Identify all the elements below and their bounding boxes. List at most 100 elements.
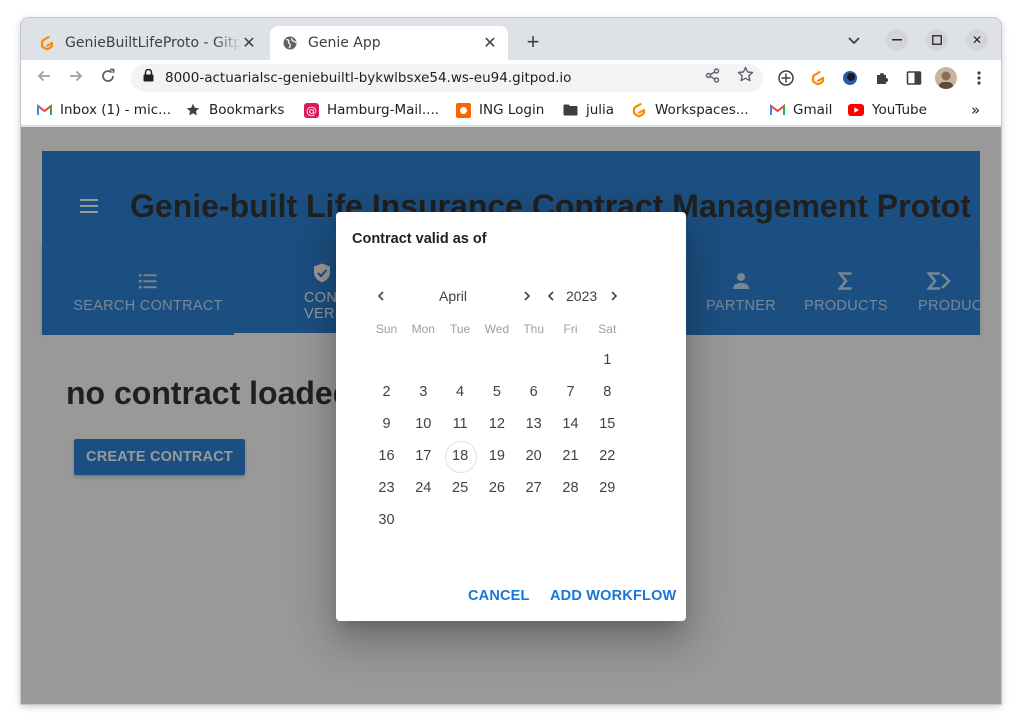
extension-icon[interactable] bbox=[841, 69, 859, 87]
tab-title: GenieBuiltLifeProto - Gitp bbox=[65, 35, 241, 51]
calendar-day[interactable]: 6 bbox=[515, 377, 552, 407]
bookmark-ing[interactable]: ING Login bbox=[455, 102, 544, 118]
add-workflow-button[interactable]: ADD WORKFLOW bbox=[550, 588, 676, 604]
calendar-day[interactable]: 14 bbox=[552, 409, 589, 439]
close-window-button[interactable]: ✕ bbox=[966, 29, 988, 51]
tab-title: Genie App bbox=[308, 35, 381, 51]
weekday-label: Sat bbox=[598, 322, 617, 336]
cancel-button[interactable]: CANCEL bbox=[468, 588, 530, 604]
bookmark-workspaces[interactable]: Workspaces... bbox=[631, 102, 749, 118]
browser-tab-genie-app[interactable]: Genie App ✕ bbox=[270, 26, 508, 60]
page-viewport: Genie-built Life Insurance Contract Mana… bbox=[21, 127, 1001, 704]
weekday-label: Fri bbox=[563, 322, 578, 336]
bookmark-bookmarks[interactable]: Bookmarks bbox=[185, 102, 284, 118]
tab-strip: GenieBuiltLifeProto - Gitp ✕ Genie App ✕… bbox=[21, 18, 1001, 60]
gitpod-icon bbox=[631, 102, 647, 118]
prev-year-icon[interactable] bbox=[544, 288, 558, 304]
bookmark-youtube[interactable]: YouTube bbox=[848, 102, 927, 118]
calendar-day[interactable]: 7 bbox=[552, 377, 589, 407]
next-year-icon[interactable] bbox=[607, 288, 621, 304]
calendar-day[interactable]: 26 bbox=[478, 473, 515, 503]
maximize-button[interactable] bbox=[926, 29, 948, 51]
more-bookmarks-icon[interactable]: » bbox=[971, 101, 980, 119]
close-icon[interactable]: ✕ bbox=[241, 35, 257, 51]
calendar-day[interactable]: 4 bbox=[442, 377, 479, 407]
share-icon[interactable] bbox=[705, 68, 720, 87]
globe-icon bbox=[282, 35, 298, 51]
ing-icon bbox=[455, 102, 471, 118]
calendar-day[interactable]: 30 bbox=[368, 505, 405, 535]
calendar-day[interactable]: 20 bbox=[515, 441, 552, 471]
weekday-label: Wed bbox=[484, 322, 510, 336]
calendar-day[interactable]: 15 bbox=[589, 409, 626, 439]
avatar[interactable] bbox=[935, 67, 957, 89]
gmail-icon bbox=[769, 102, 785, 118]
calendar-day[interactable]: 17 bbox=[405, 441, 442, 471]
calendar-day[interactable]: 23 bbox=[368, 473, 405, 503]
gitpod-extension-icon[interactable] bbox=[809, 69, 827, 87]
minimize-button[interactable] bbox=[886, 29, 908, 51]
url-text: 8000-actuarialsc-geniebuiltl-bykwlbsxe54… bbox=[165, 70, 572, 86]
gmail-icon bbox=[36, 102, 52, 118]
bookmark-label: Inbox (1) - mic... bbox=[60, 102, 172, 118]
puzzle-icon[interactable] bbox=[873, 69, 891, 87]
calendar-day[interactable]: 10 bbox=[405, 409, 442, 439]
new-tab-button[interactable]: + bbox=[521, 31, 545, 55]
calendar-day[interactable]: 24 bbox=[405, 473, 442, 503]
weekday-label: Tue bbox=[449, 322, 471, 336]
calendar-day-today[interactable]: 18 bbox=[442, 441, 479, 473]
address-bar[interactable]: 8000-actuarialsc-geniebuiltl-bykwlbsxe54… bbox=[131, 64, 763, 92]
browser-tab-gitpod[interactable]: GenieBuiltLifeProto - Gitp ✕ bbox=[27, 26, 267, 60]
bookmark-inbox[interactable]: Inbox (1) - mic... bbox=[36, 102, 171, 118]
close-icon[interactable]: ✕ bbox=[482, 35, 498, 51]
folder-icon bbox=[562, 102, 578, 118]
calendar-day[interactable]: 3 bbox=[405, 377, 442, 407]
bookmark-gmail[interactable]: Gmail bbox=[769, 102, 832, 118]
reload-icon[interactable] bbox=[97, 67, 119, 89]
back-icon[interactable] bbox=[33, 67, 55, 89]
next-month-icon[interactable] bbox=[520, 288, 534, 304]
extension-move-icon[interactable] bbox=[777, 69, 795, 87]
month-label[interactable]: April bbox=[439, 288, 467, 304]
forward-icon[interactable] bbox=[65, 67, 87, 89]
svg-text:@: @ bbox=[306, 104, 317, 117]
kebab-menu-icon[interactable] bbox=[970, 69, 988, 87]
calendar-day[interactable]: 25 bbox=[442, 473, 479, 503]
calendar-day[interactable]: 21 bbox=[552, 441, 589, 471]
bookmark-label: YouTube bbox=[872, 102, 927, 118]
calendar-day[interactable]: 1 bbox=[589, 345, 626, 375]
bookmark-label: Bookmarks bbox=[209, 102, 285, 118]
calendar-day[interactable]: 13 bbox=[515, 409, 552, 439]
bookmark-julia[interactable]: julia bbox=[562, 102, 614, 118]
lock-icon bbox=[143, 68, 155, 87]
calendar-day[interactable]: 27 bbox=[515, 473, 552, 503]
calendar-day[interactable]: 16 bbox=[368, 441, 405, 471]
calendar-day[interactable]: 29 bbox=[589, 473, 626, 503]
bookmark-hamburg-mail[interactable]: @ Hamburg-Mail.... bbox=[303, 102, 439, 118]
prev-month-icon[interactable] bbox=[374, 288, 388, 304]
year-label[interactable]: 2023 bbox=[566, 288, 597, 304]
bookmark-label: julia bbox=[586, 102, 615, 118]
bookmark-label: Workspaces... bbox=[655, 102, 749, 118]
calendar-day[interactable]: 12 bbox=[478, 409, 515, 439]
bookmark-label: Gmail bbox=[793, 102, 833, 118]
bookmark-label: Hamburg-Mail.... bbox=[327, 102, 440, 118]
calendar-day[interactable]: 5 bbox=[478, 377, 515, 407]
calendar-day[interactable]: 8 bbox=[589, 377, 626, 407]
calendar-day[interactable]: 22 bbox=[589, 441, 626, 471]
chevron-down-icon[interactable] bbox=[848, 32, 860, 48]
calendar-day[interactable]: 2 bbox=[368, 377, 405, 407]
date-picker-dialog: Contract valid as of April 2023 Sun Mon Tu… bbox=[336, 212, 686, 621]
calendar-day[interactable]: 28 bbox=[552, 473, 589, 503]
weekday-label: Mon bbox=[411, 322, 435, 336]
star-icon[interactable] bbox=[737, 66, 754, 87]
star-icon bbox=[185, 102, 201, 118]
dialog-title: Contract valid as of bbox=[352, 231, 487, 247]
calendar-day[interactable]: 19 bbox=[478, 441, 515, 471]
side-panel-icon[interactable] bbox=[905, 69, 923, 87]
calendar-day[interactable]: 9 bbox=[368, 409, 405, 439]
youtube-icon bbox=[848, 102, 864, 118]
at-icon: @ bbox=[303, 102, 319, 118]
bookmarks-bar: Inbox (1) - mic... Bookmarks @ Hamburg-M… bbox=[21, 96, 1001, 126]
calendar-day[interactable]: 11 bbox=[442, 409, 479, 439]
